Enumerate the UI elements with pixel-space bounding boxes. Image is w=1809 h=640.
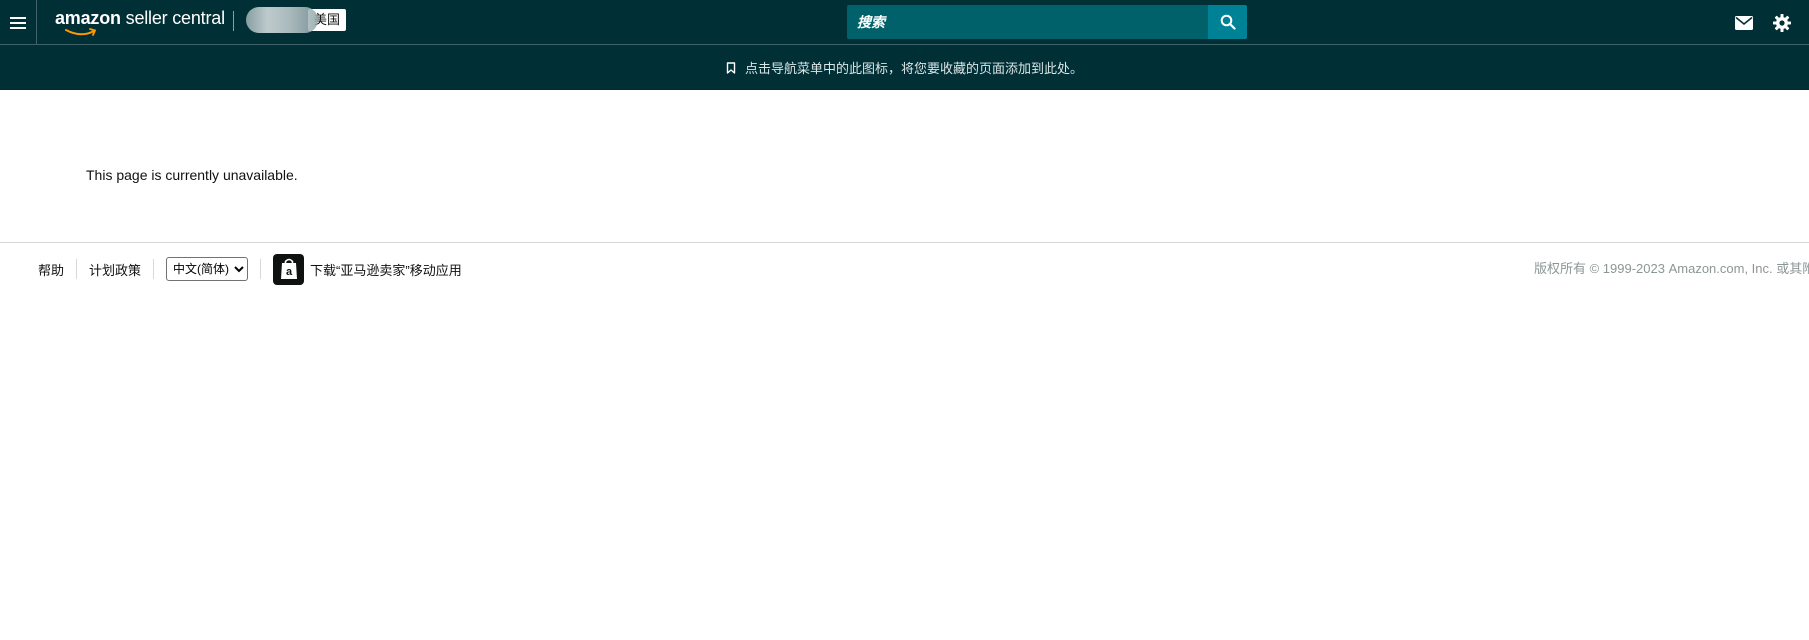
mail-icon — [1735, 15, 1753, 30]
top-nav-bar: amazon seller central 美国 — [0, 0, 1809, 45]
footer: 帮助 计划政策 中文(简体) a 下载“亚马逊卖家”移动应用 版权所有 © 19… — [0, 242, 1809, 296]
copyright-text: 版权所有 © 1999-2023 Amazon.com, Inc. 或其附 — [1534, 261, 1809, 276]
hamburger-menu-icon — [10, 16, 26, 29]
footer-links: 帮助 计划政策 中文(简体) a 下载“亚马逊卖家”移动应用 — [38, 243, 462, 295]
header-divider — [233, 11, 234, 31]
bookmark-hint-text: 点击导航菜单中的此图标，将您要收藏的页面添加到此处。 — [744, 61, 1083, 76]
account-switcher[interactable]: 美国 — [246, 7, 347, 33]
amazon-app-icon: a — [273, 253, 305, 285]
search-bar — [847, 5, 1247, 39]
footer-divider — [76, 259, 78, 279]
account-name-blurred — [246, 7, 318, 33]
search-icon — [1220, 14, 1236, 30]
bookmark-icon — [726, 61, 736, 74]
amazon-smile-icon — [65, 28, 97, 36]
language-select[interactable]: 中文(简体) — [166, 257, 249, 281]
messages-button[interactable] — [1735, 15, 1753, 30]
page-unavailable-message: This page is currently unavailable. — [86, 167, 298, 183]
amazon-seller-central-logo[interactable]: amazon seller central — [55, 6, 225, 38]
header-actions — [1735, 0, 1791, 45]
settings-button[interactable] — [1773, 13, 1791, 32]
svg-text:a: a — [285, 266, 292, 278]
footer-divider — [153, 259, 155, 279]
footer-policy-link[interactable]: 计划政策 — [89, 260, 141, 279]
footer-help-link[interactable]: 帮助 — [38, 260, 64, 279]
hamburger-menu-button[interactable] — [0, 0, 37, 45]
search-input[interactable] — [847, 5, 1208, 39]
app-download-label: 下载“亚马逊卖家”移动应用 — [310, 262, 462, 278]
bookmark-hint-bar: 点击导航菜单中的此图标，将您要收藏的页面添加到此处。 — [0, 45, 1809, 90]
gear-icon — [1773, 13, 1791, 32]
logo-text: amazon seller central — [55, 8, 225, 28]
footer-divider — [260, 259, 262, 279]
search-button[interactable] — [1208, 5, 1247, 39]
app-download-link[interactable]: a 下载“亚马逊卖家”移动应用 — [273, 253, 462, 285]
